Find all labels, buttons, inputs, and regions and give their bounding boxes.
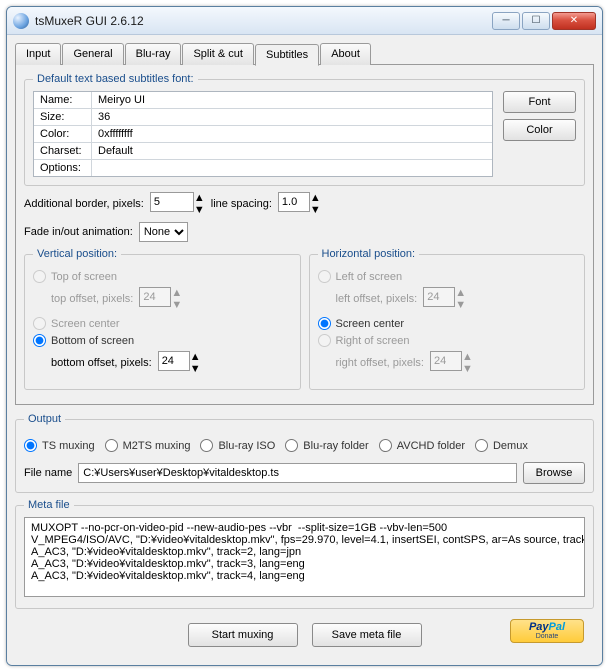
meta-textarea[interactable] xyxy=(24,517,585,597)
browse-button[interactable]: Browse xyxy=(523,462,585,484)
vpos-legend: Vertical position: xyxy=(33,248,121,260)
save-meta-button[interactable]: Save meta file xyxy=(312,623,422,647)
font-group: Default text based subtitles font: Name:… xyxy=(24,73,585,186)
font-button[interactable]: Font xyxy=(503,91,576,113)
output-group: Output TS muxing M2TS muxing Blu-ray ISO… xyxy=(15,413,594,493)
vpos-top[interactable]: Top of screen xyxy=(33,270,292,283)
left-offset-input xyxy=(423,287,455,307)
hpos-legend: Horizontal position: xyxy=(318,248,420,260)
out-avchd[interactable]: AVCHD folder xyxy=(379,439,465,452)
close-button[interactable]: ✕ xyxy=(552,12,596,30)
font-options-value xyxy=(92,160,492,176)
color-button[interactable]: Color xyxy=(503,119,576,141)
linespacing-input[interactable] xyxy=(278,192,310,212)
border-input[interactable] xyxy=(150,192,194,212)
font-size-label: Size: xyxy=(34,109,92,125)
tab-bar: Input General Blu-ray Split & cut Subtit… xyxy=(15,43,594,65)
linespacing-down-icon[interactable]: ▼ xyxy=(310,204,321,216)
linespacing-up-icon[interactable]: ▲ xyxy=(310,192,321,204)
app-icon xyxy=(13,13,29,29)
titlebar[interactable]: tsMuxeR GUI 2.6.12 ─ ☐ ✕ xyxy=(7,7,602,35)
out-iso[interactable]: Blu-ray ISO xyxy=(200,439,275,452)
font-options-label: Options: xyxy=(34,160,92,176)
tab-bluray[interactable]: Blu-ray xyxy=(125,43,182,65)
tab-panel: Default text based subtitles font: Name:… xyxy=(15,64,594,405)
top-offset-input xyxy=(139,287,171,307)
vpos-center[interactable]: Screen center xyxy=(33,317,292,330)
tab-general[interactable]: General xyxy=(62,43,123,65)
fade-label: Fade in/out animation: xyxy=(24,226,133,238)
linespacing-label: line spacing: xyxy=(211,198,272,210)
hpos-center[interactable]: Screen center xyxy=(318,317,577,330)
minimize-button[interactable]: ─ xyxy=(492,12,520,30)
bottom-offset-input[interactable] xyxy=(158,351,190,371)
meta-legend: Meta file xyxy=(24,499,74,511)
vpos-group: Vertical position: Top of screen top off… xyxy=(24,248,301,390)
output-legend: Output xyxy=(24,413,65,425)
tab-input[interactable]: Input xyxy=(15,43,61,65)
border-label: Additional border, pixels: xyxy=(24,198,144,210)
font-table: Name:Meiryo UI Size:36 Color:0xffffffff … xyxy=(33,91,493,177)
out-m2ts[interactable]: M2TS muxing xyxy=(105,439,191,452)
meta-group: Meta file xyxy=(15,499,594,609)
filename-input[interactable] xyxy=(78,463,517,483)
bottom-offset-label: bottom offset, pixels: xyxy=(51,357,152,369)
tab-split[interactable]: Split & cut xyxy=(182,43,254,65)
left-offset-label: left offset, pixels: xyxy=(336,293,418,305)
window-title: tsMuxeR GUI 2.6.12 xyxy=(35,14,492,28)
vpos-bottom[interactable]: Bottom of screen xyxy=(33,334,292,347)
font-name-value: Meiryo UI xyxy=(92,92,492,108)
paypal-donate-button[interactable]: PayPal Donate xyxy=(510,619,584,643)
right-offset-input xyxy=(430,351,462,371)
font-size-value: 36 xyxy=(92,109,492,125)
window: tsMuxeR GUI 2.6.12 ─ ☐ ✕ Input General B… xyxy=(6,6,603,666)
out-ts[interactable]: TS muxing xyxy=(24,439,95,452)
tab-about[interactable]: About xyxy=(320,43,371,65)
font-color-label: Color: xyxy=(34,126,92,142)
fade-select[interactable]: None xyxy=(139,222,188,242)
font-color-value: 0xffffffff xyxy=(92,126,492,142)
font-legend: Default text based subtitles font: xyxy=(33,73,198,85)
hpos-group: Horizontal position: Left of screen left… xyxy=(309,248,586,390)
maximize-button[interactable]: ☐ xyxy=(522,12,550,30)
tab-subtitles[interactable]: Subtitles xyxy=(255,44,319,66)
hpos-left[interactable]: Left of screen xyxy=(318,270,577,283)
right-offset-label: right offset, pixels: xyxy=(336,357,424,369)
hpos-right[interactable]: Right of screen xyxy=(318,334,577,347)
top-offset-label: top offset, pixels: xyxy=(51,293,133,305)
out-folder[interactable]: Blu-ray folder xyxy=(285,439,368,452)
font-charset-label: Charset: xyxy=(34,143,92,159)
start-muxing-button[interactable]: Start muxing xyxy=(188,623,298,647)
font-charset-value: Default xyxy=(92,143,492,159)
border-up-icon[interactable]: ▲ xyxy=(194,192,205,204)
out-demux[interactable]: Demux xyxy=(475,439,528,452)
font-name-label: Name: xyxy=(34,92,92,108)
border-down-icon[interactable]: ▼ xyxy=(194,204,205,216)
filename-label: File name xyxy=(24,467,72,479)
